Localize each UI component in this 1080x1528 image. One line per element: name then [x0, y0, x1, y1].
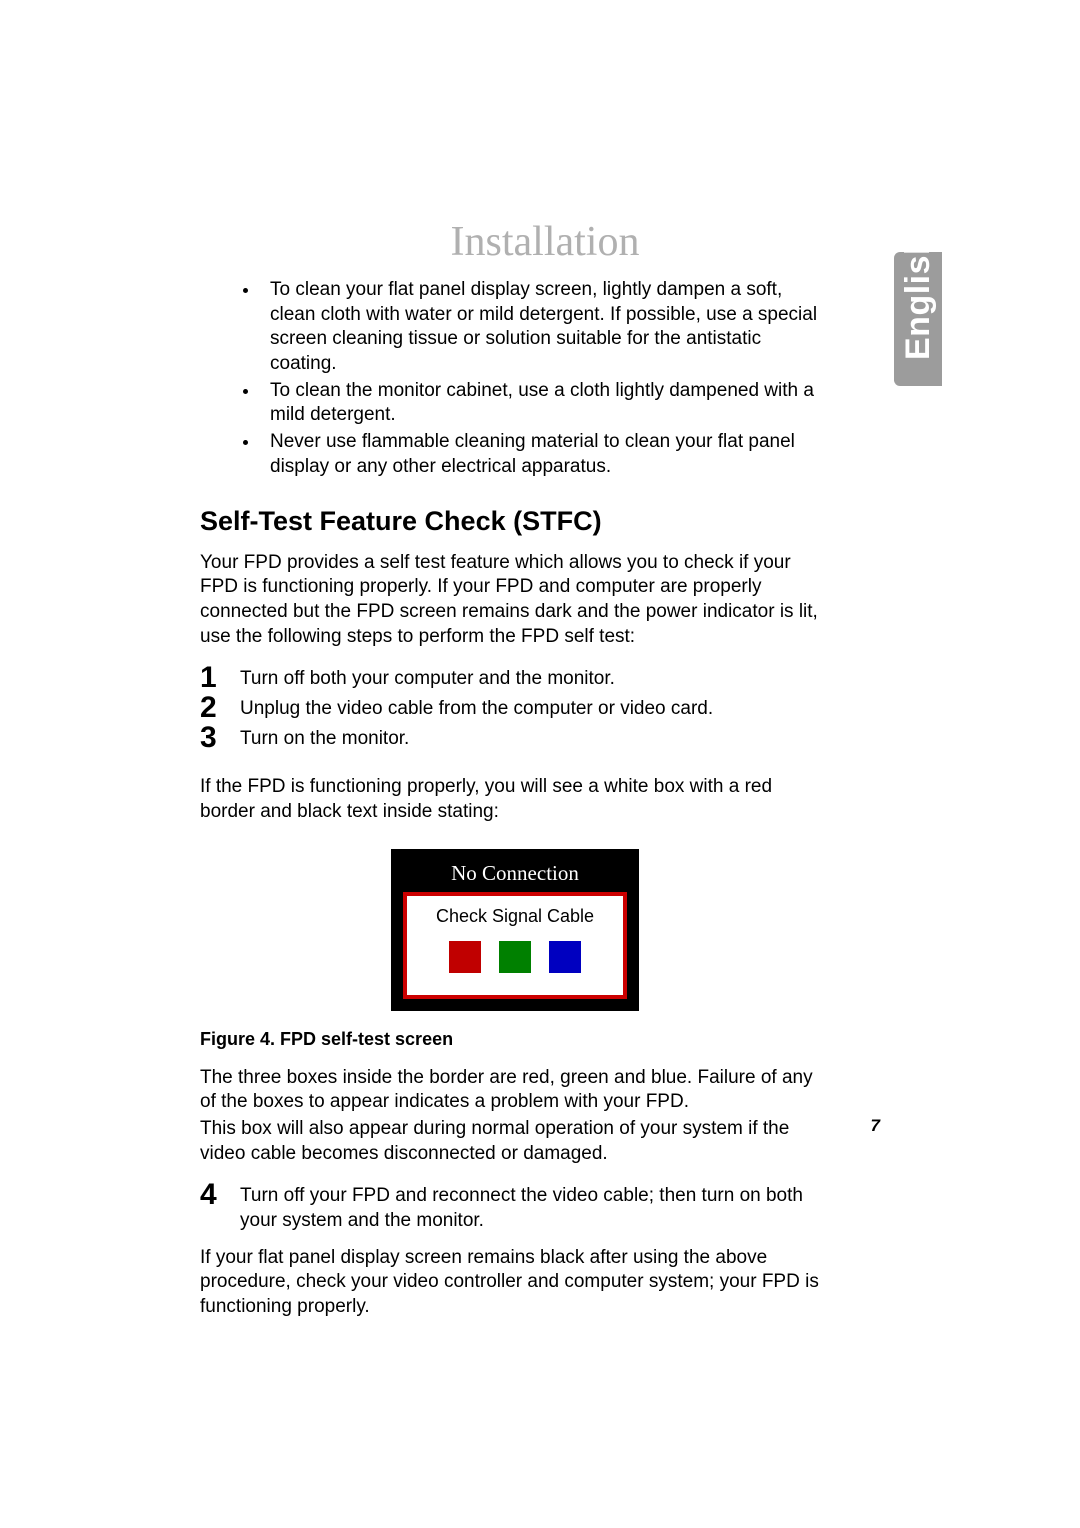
rgb-box-green: [499, 941, 531, 973]
figure-wrap: No Connection Check Signal Cable: [200, 849, 830, 1011]
step-text: Unplug the video cable from the computer…: [240, 693, 830, 722]
rgb-box-blue: [549, 941, 581, 973]
after-figure-paragraph-2: This box will also appear during normal …: [200, 1117, 830, 1166]
after-figure-paragraph-1: The three boxes inside the border are re…: [200, 1066, 830, 1115]
page-header-title: Installation: [200, 218, 890, 266]
manual-page: Installation English To clean your flat …: [0, 0, 1080, 1528]
after-steps-paragraph: If the FPD is functioning properly, you …: [200, 775, 830, 824]
page-number: 7: [871, 1116, 880, 1136]
step-number: 2: [200, 693, 240, 723]
figure-title: No Connection: [403, 861, 627, 886]
rgb-box-red: [449, 941, 481, 973]
self-test-screen-figure: No Connection Check Signal Cable: [391, 849, 639, 1011]
step-text: Turn off both your computer and the moni…: [240, 663, 830, 692]
cleaning-bullets: To clean your flat panel display screen,…: [200, 278, 830, 480]
step-row: 2 Unplug the video cable from the comput…: [200, 693, 830, 723]
figure-subtitle: Check Signal Cable: [415, 906, 615, 927]
step-number: 3: [200, 723, 240, 753]
step-number: 4: [200, 1180, 240, 1210]
step-row: 1 Turn off both your computer and the mo…: [200, 663, 830, 693]
rgb-boxes: [415, 941, 615, 973]
language-tab: English: [894, 252, 942, 386]
closing-paragraph: If your flat panel display screen remain…: [200, 1246, 830, 1320]
section-heading-stfc: Self-Test Feature Check (STFC): [200, 506, 830, 537]
figure-inner: Check Signal Cable: [403, 892, 627, 999]
bullet-item: To clean your flat panel display screen,…: [260, 278, 830, 377]
step-row: 4 Turn off your FPD and reconnect the vi…: [200, 1180, 830, 1233]
step-number: 1: [200, 663, 240, 693]
step-text: Turn on the monitor.: [240, 723, 830, 752]
page-content: To clean your flat panel display screen,…: [200, 278, 830, 1334]
intro-paragraph: Your FPD provides a self test feature wh…: [200, 551, 830, 650]
bullet-item: To clean the monitor cabinet, use a clot…: [260, 379, 830, 428]
step-row: 3 Turn on the monitor.: [200, 723, 830, 753]
figure-caption: Figure 4. FPD self-test screen: [200, 1029, 830, 1050]
bullet-item: Never use flammable cleaning material to…: [260, 430, 830, 479]
step-text: Turn off your FPD and reconnect the vide…: [240, 1180, 830, 1233]
